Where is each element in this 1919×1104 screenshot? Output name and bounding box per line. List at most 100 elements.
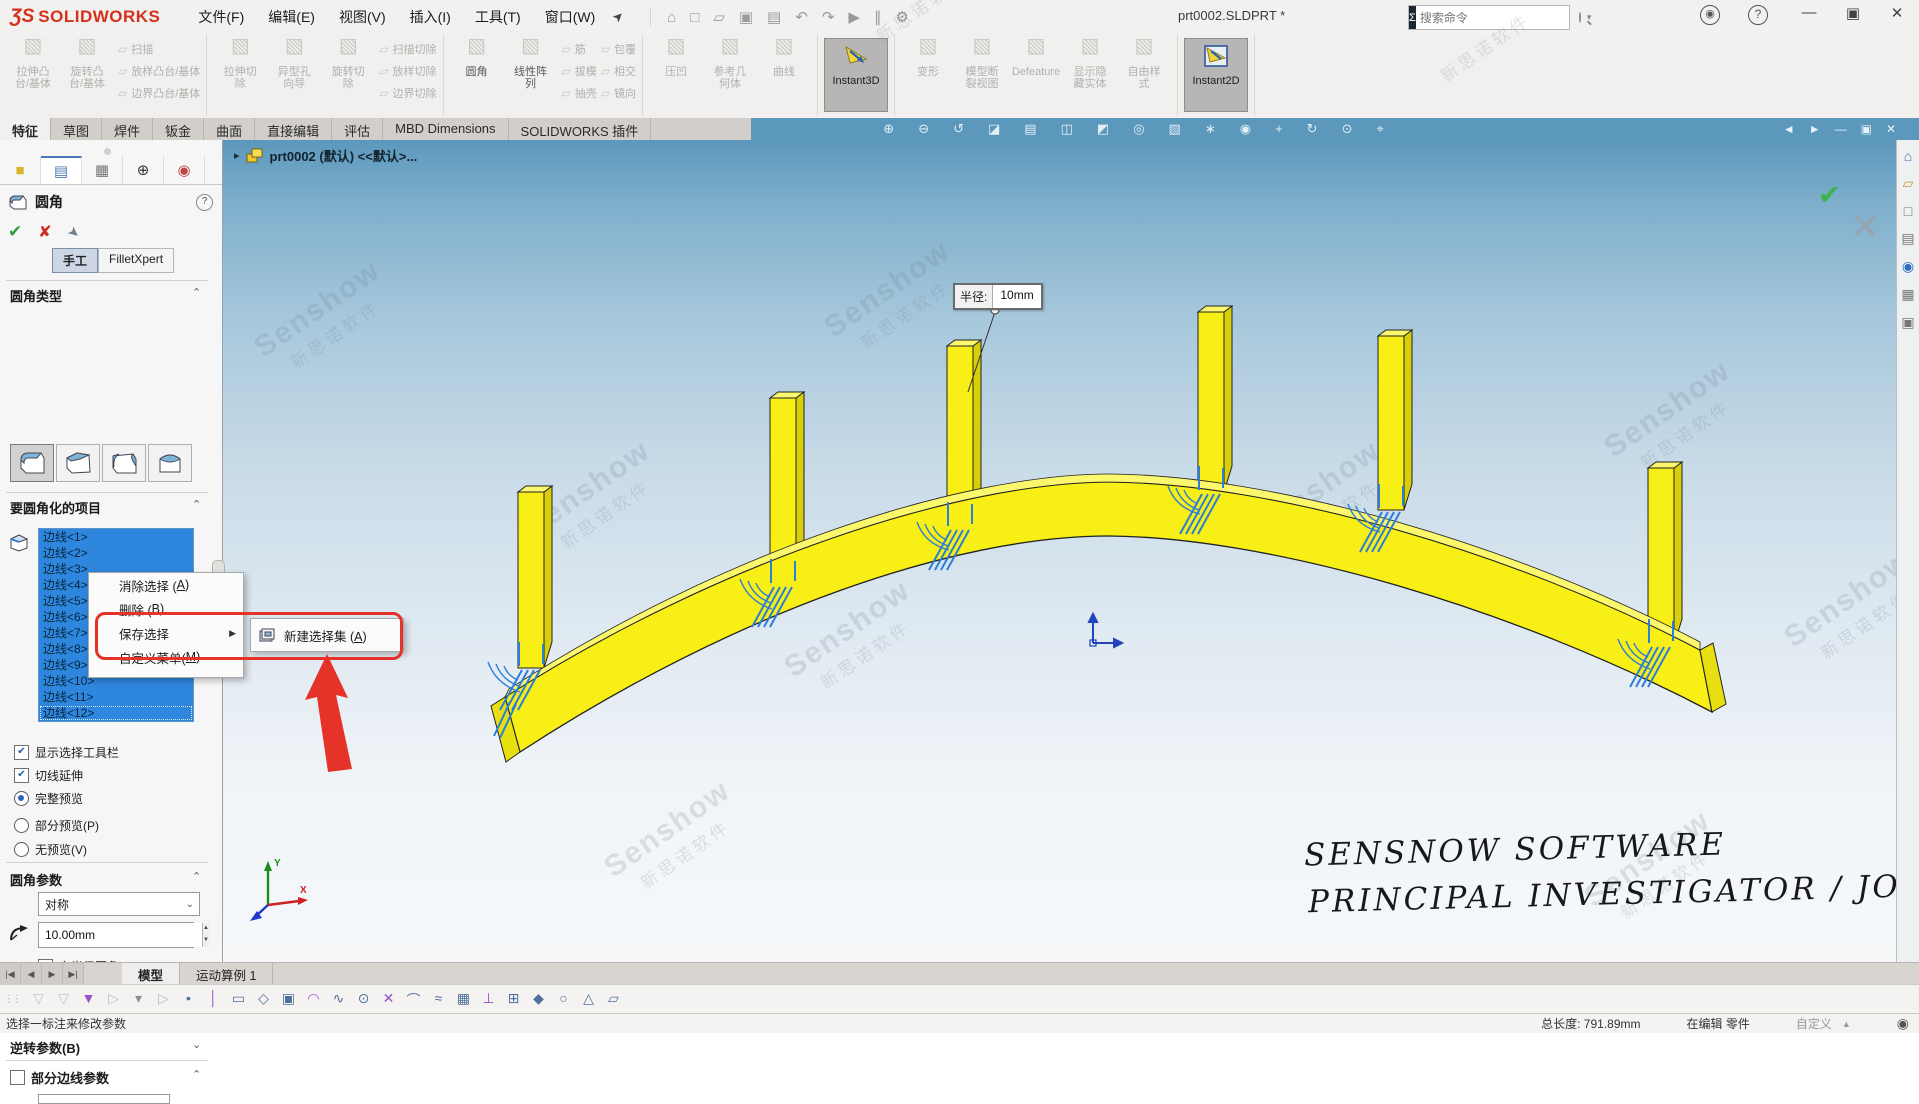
restore-child-icon[interactable]: ▣ (1861, 122, 1872, 136)
partial-edge-input-clipped[interactable] (38, 1094, 170, 1104)
tab-direct-editing[interactable]: 直接编辑 (255, 118, 332, 140)
tangent-propagation-option[interactable]: ✔切线延伸 (14, 767, 83, 784)
tab-scroll-last[interactable]: ▶| (63, 963, 84, 985)
ribbon-button[interactable]: ▧拉伸凸台/基体 (6, 38, 60, 90)
callout-value[interactable]: 10mm (993, 285, 1040, 308)
partial-preview-option[interactable]: 部分预览(P) (14, 817, 99, 834)
collapse-icon[interactable]: ⌃ (192, 870, 201, 883)
radius-input[interactable] (39, 923, 202, 947)
instant3d-button[interactable]: Instant3D (824, 38, 888, 112)
edit-appearance-icon[interactable]: ▧ (1169, 121, 1181, 137)
face-fillet-button[interactable] (102, 444, 146, 482)
menu-item[interactable]: 工具(T) (465, 3, 531, 31)
edge-list-item[interactable]: 边线<12> (39, 705, 193, 721)
ribbon-button[interactable]: ▱扫描 (118, 41, 200, 57)
user-account-icon[interactable]: ◉ (1700, 5, 1720, 25)
ribbon-button[interactable]: ▱边界凸台/基体 (118, 85, 200, 101)
ribbon-button[interactable]: ▧显示隐藏实体 (1063, 38, 1117, 90)
minimize-button[interactable]: — (1796, 4, 1822, 21)
restore-button[interactable]: ▣ (1840, 4, 1866, 22)
zoom-fit-icon[interactable]: ⊕ (883, 121, 894, 137)
ribbon-button[interactable]: ▧异型孔向导 (267, 38, 321, 90)
ribbon-button[interactable]: ▱拔模 (562, 63, 597, 79)
next-window-icon[interactable]: ► (1809, 122, 1821, 136)
featuremanager-tab[interactable]: ■ (0, 156, 41, 184)
display-style-icon[interactable]: ◩ (1097, 121, 1109, 137)
section-fill-type[interactable]: 圆角类型 (10, 286, 62, 305)
menu-item[interactable]: 文件(F) (188, 3, 254, 31)
ribbon-button[interactable]: ▱镜向 (601, 85, 636, 101)
radius-callout[interactable]: 半径: 10mm (953, 283, 1043, 310)
ok-button[interactable]: ✔ (8, 222, 22, 242)
help-icon[interactable]: ? (1748, 5, 1768, 25)
search-icon[interactable] (1579, 12, 1581, 23)
constant-size-fillet-button[interactable] (10, 444, 54, 482)
camera-icon[interactable]: + (1275, 121, 1283, 137)
ribbon-button[interactable]: ▧参考几何体 (703, 38, 757, 90)
variable-size-fillet-button[interactable] (56, 444, 100, 482)
edge-list-item[interactable]: 边线<1> (39, 529, 193, 545)
full-preview-option[interactable]: 完整预览 (14, 790, 83, 807)
options-gear-icon[interactable]: ⚙ (895, 8, 908, 26)
close-child-icon[interactable]: ✕ (1886, 122, 1896, 136)
view-orientation-icon[interactable]: ◫ (1061, 121, 1073, 137)
zoom-area-icon[interactable]: ⊖ (918, 121, 929, 137)
radius-input-group[interactable]: ▲▼ (38, 922, 194, 948)
collapse-icon[interactable]: ⌃ (192, 286, 201, 299)
expand-tree-icon[interactable]: ▸ (234, 149, 240, 162)
pin-menu-icon[interactable]: ➤ (609, 7, 628, 26)
magnifier-icon[interactable]: ⌖ (1376, 121, 1383, 137)
radio-selected[interactable] (14, 791, 29, 806)
radius-stepper[interactable]: ▲▼ (202, 923, 209, 947)
ribbon-button[interactable]: ▧线性阵列 (504, 38, 558, 90)
annotation-icon[interactable]: ▤ (1024, 121, 1036, 137)
ribbon-button[interactable]: ▧旋转凸台/基体 (60, 38, 114, 90)
redo-icon[interactable]: ↷ (822, 8, 835, 26)
collapse-icon[interactable]: ⌃ (192, 1068, 201, 1081)
hide-show-items-icon[interactable]: ◎ (1133, 121, 1144, 137)
menu-item-customize-menu[interactable]: 自定义菜单(M) (89, 645, 243, 669)
tab-sheet-metal[interactable]: 钣金 (153, 118, 204, 140)
symmetric-dropdown[interactable]: 对称⌄ (38, 892, 200, 916)
ribbon-button[interactable]: ▧变形 (901, 38, 955, 90)
ribbon-button[interactable]: ▧拉伸切除 (213, 38, 267, 90)
ribbon-button[interactable]: ▱包覆 (601, 41, 636, 57)
ribbon-button[interactable]: ▧曲线 (757, 38, 811, 90)
minimize-child-icon[interactable]: — (1835, 122, 1847, 136)
edge-list-item[interactable]: 边线<2> (39, 545, 193, 561)
previous-view-icon[interactable]: ↺ (953, 121, 964, 137)
tab-mbd-dimensions[interactable]: MBD Dimensions (383, 118, 508, 140)
ribbon-button[interactable]: ▱相交 (601, 63, 636, 79)
search-scope-icon[interactable]: Σ (1409, 6, 1416, 29)
tab-features[interactable]: 特征 (0, 118, 51, 140)
ribbon-button[interactable]: ▧压凹 (649, 38, 703, 90)
propertymanager-tab[interactable]: ▤ (41, 156, 82, 184)
menu-item-clear-selection[interactable]: 消除选择 (A) (89, 573, 243, 597)
graphics-area[interactable]: Senshow新思诺软件 Senshow新思诺软件 Senshow新思诺软件 S… (222, 140, 1919, 962)
tab-sketch[interactable]: 草图 (51, 118, 102, 140)
tab-scroll-prev[interactable]: ◀ (21, 963, 42, 985)
ribbon-button[interactable]: ▱抽壳 (562, 85, 597, 101)
rotate-view-icon[interactable]: ↻ (1307, 121, 1318, 137)
menu-item[interactable]: 窗口(W) (535, 3, 606, 31)
tab-scroll-first[interactable]: |◀ (0, 963, 21, 985)
home-icon[interactable]: ⌂ (667, 9, 676, 26)
instant2d-button[interactable]: Instant2D (1184, 38, 1248, 112)
ribbon-button[interactable]: ▧自由样式 (1117, 38, 1171, 90)
checkbox-unchecked[interactable] (10, 1070, 25, 1085)
ribbon-button[interactable]: ▱扫描切除 (379, 41, 436, 57)
globe-icon[interactable]: ◉ (1897, 1015, 1909, 1032)
ribbon-button[interactable]: ▱筋 (562, 41, 597, 57)
menu-item-new-selection-set[interactable]: 新建选择集 (A) (284, 626, 367, 645)
undo-icon[interactable]: ↶ (795, 8, 808, 26)
pan-icon[interactable]: ⊙ (1342, 121, 1353, 137)
open-icon[interactable]: ▱ (713, 8, 725, 26)
keep-visible-pin-icon[interactable]: ➤ (64, 222, 84, 243)
view-settings-icon[interactable]: ◉ (1240, 121, 1251, 137)
show-selection-toolbar-option[interactable]: ✔显示选择工具栏 (14, 744, 119, 761)
displaymanager-tab[interactable]: ◉ (164, 156, 205, 184)
save-icon[interactable]: ▣ (739, 8, 753, 26)
ribbon-button[interactable]: ▧Defeature (1009, 38, 1063, 90)
tab-evaluate[interactable]: 评估 (332, 118, 383, 140)
confirm-ok-icon[interactable]: ✔ (1818, 180, 1841, 211)
